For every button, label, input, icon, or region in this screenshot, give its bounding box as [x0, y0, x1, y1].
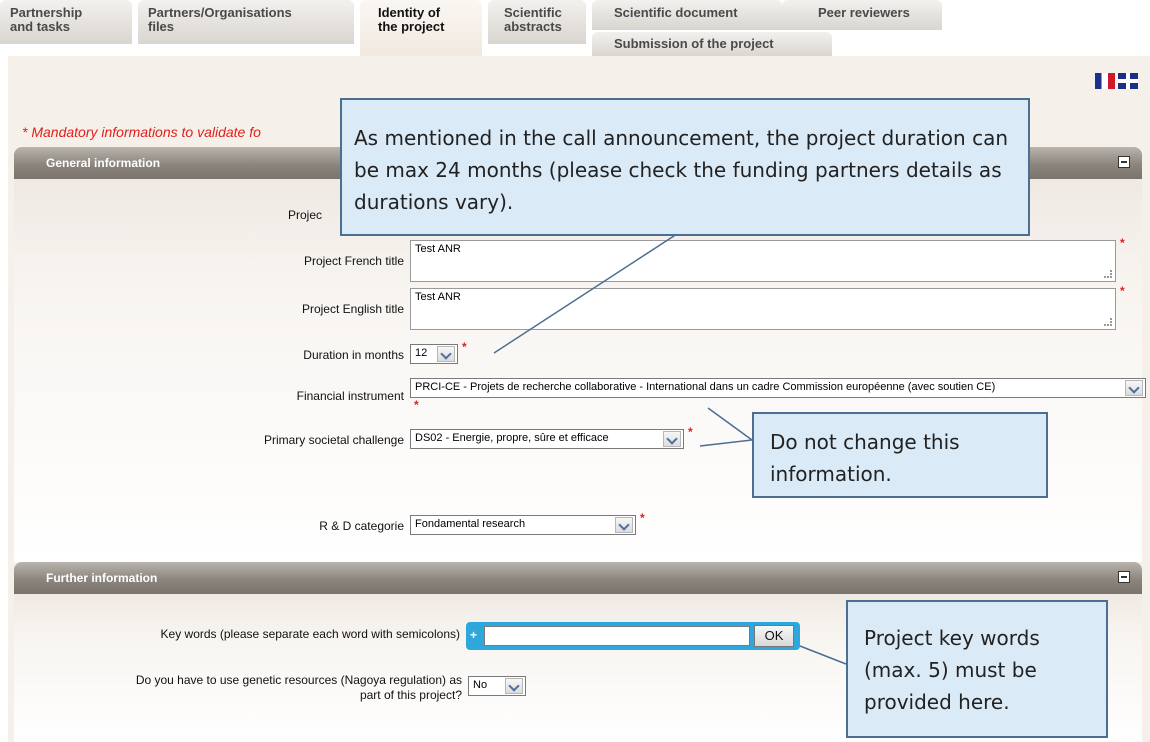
tab-peer-reviewers[interactable]: Peer reviewers — [782, 0, 942, 30]
chevron-down-icon[interactable] — [437, 346, 455, 362]
language-switcher — [1095, 73, 1138, 89]
chevron-down-icon[interactable] — [505, 678, 523, 694]
required-marker: * — [688, 425, 693, 439]
genetic-resources-label-line1: Do you have to use genetic resources (Na… — [135, 673, 462, 687]
societal-challenge-select[interactable]: DS02 - Energie, propre, sûre et efficace — [410, 429, 684, 449]
fr-flag-icon[interactable] — [1095, 73, 1115, 89]
keywords-callout: Project key words (max. 5) must be provi… — [846, 600, 1108, 738]
tab-submission-of-the-project[interactable]: Submission of the project — [592, 32, 832, 58]
financial-instrument-label: Financial instrument — [296, 389, 404, 403]
chevron-down-icon[interactable] — [663, 431, 681, 447]
rd-category-value: Fondamental research — [415, 518, 526, 530]
keywords-widget: + OK — [466, 622, 800, 650]
duration-select[interactable]: 12 — [410, 344, 458, 364]
tab-label-line2: abstracts — [504, 19, 562, 34]
english-title-value: Test ANR — [415, 291, 461, 303]
tab-label-line1: Submission of the project — [614, 36, 774, 51]
tab-bar: Partnership and tasks Partners/Organisat… — [0, 0, 1150, 60]
general-information-form — [14, 179, 1142, 562]
tab-label-line2: files — [148, 19, 175, 34]
section-title: Further information — [46, 571, 158, 585]
genetic-resources-label-line2: part of this project? — [359, 688, 462, 702]
chevron-down-icon[interactable] — [1125, 380, 1143, 396]
chevron-down-icon[interactable] — [615, 517, 633, 533]
resize-grip-icon[interactable] — [1104, 318, 1112, 326]
tab-label-line2: the project — [378, 19, 445, 34]
keywords-label: Key words (please separate each word wit… — [160, 627, 460, 641]
financial-instrument-select[interactable]: PRCI-CE - Projets de recherche collabora… — [410, 378, 1146, 398]
section-title: General information — [46, 156, 161, 170]
no-change-callout: Do not change this information. — [752, 412, 1048, 498]
tab-label-line1: Scientific — [504, 5, 562, 20]
resize-grip-icon[interactable] — [1104, 270, 1112, 278]
uk-flag-icon[interactable] — [1118, 73, 1138, 89]
french-title-value: Test ANR — [415, 243, 461, 255]
required-marker: * — [1120, 236, 1125, 250]
tab-label-line1: Identity of — [378, 5, 441, 20]
collapse-icon[interactable] — [1118, 571, 1130, 583]
duration-label: Duration in months — [303, 348, 404, 362]
mandatory-notice: * Mandatory informations to validate fo — [22, 124, 261, 140]
french-title-label: Project French title — [303, 254, 404, 268]
tab-label-line1: Peer reviewers — [818, 5, 910, 20]
genetic-resources-value: No — [473, 679, 488, 691]
plus-icon[interactable]: + — [470, 628, 477, 642]
french-title-field[interactable]: Test ANR — [410, 240, 1116, 282]
english-title-label: Project English title — [301, 302, 404, 316]
tab-label-line1: Partners/Organisations — [148, 5, 292, 20]
tab-scientific-document[interactable]: Scientific document — [592, 0, 782, 30]
required-marker: * — [640, 511, 645, 525]
tab-identity-of-the-project[interactable]: Identity of the project — [360, 0, 482, 56]
further-information-header[interactable]: Further information — [14, 562, 1142, 594]
tab-partners-organisations-files[interactable]: Partners/Organisations files — [138, 0, 354, 44]
english-title-field[interactable]: Test ANR — [410, 288, 1116, 330]
societal-challenge-label: Primary societal challenge — [263, 433, 404, 447]
societal-challenge-value: DS02 - Energie, propre, sûre et efficace — [415, 432, 609, 444]
duration-callout: As mentioned in the call announcement, t… — [340, 98, 1030, 236]
tab-scientific-abstracts[interactable]: Scientific abstracts — [488, 0, 586, 44]
project-acronym-label: Projec — [288, 208, 323, 222]
genetic-resources-select[interactable]: No — [468, 676, 526, 696]
tab-label-line2: and tasks — [10, 19, 70, 34]
rd-category-select[interactable]: Fondamental research — [410, 515, 636, 535]
required-marker: * — [414, 398, 419, 412]
keywords-input[interactable] — [484, 626, 750, 646]
tab-label-line1: Partnership — [10, 5, 83, 20]
required-marker: * — [1120, 284, 1125, 298]
collapse-icon[interactable] — [1118, 156, 1130, 168]
ok-button[interactable]: OK — [754, 625, 794, 647]
duration-value: 12 — [415, 347, 428, 359]
tab-label-line1: Scientific document — [614, 5, 738, 20]
financial-instrument-value: PRCI-CE - Projets de recherche collabora… — [415, 381, 996, 393]
required-marker: * — [462, 340, 467, 354]
rd-category-label: R & D categorie — [319, 519, 404, 533]
tab-partnership-and-tasks[interactable]: Partnership and tasks — [0, 0, 132, 44]
genetic-resources-label: Do you have to use genetic resources (Na… — [20, 673, 462, 703]
